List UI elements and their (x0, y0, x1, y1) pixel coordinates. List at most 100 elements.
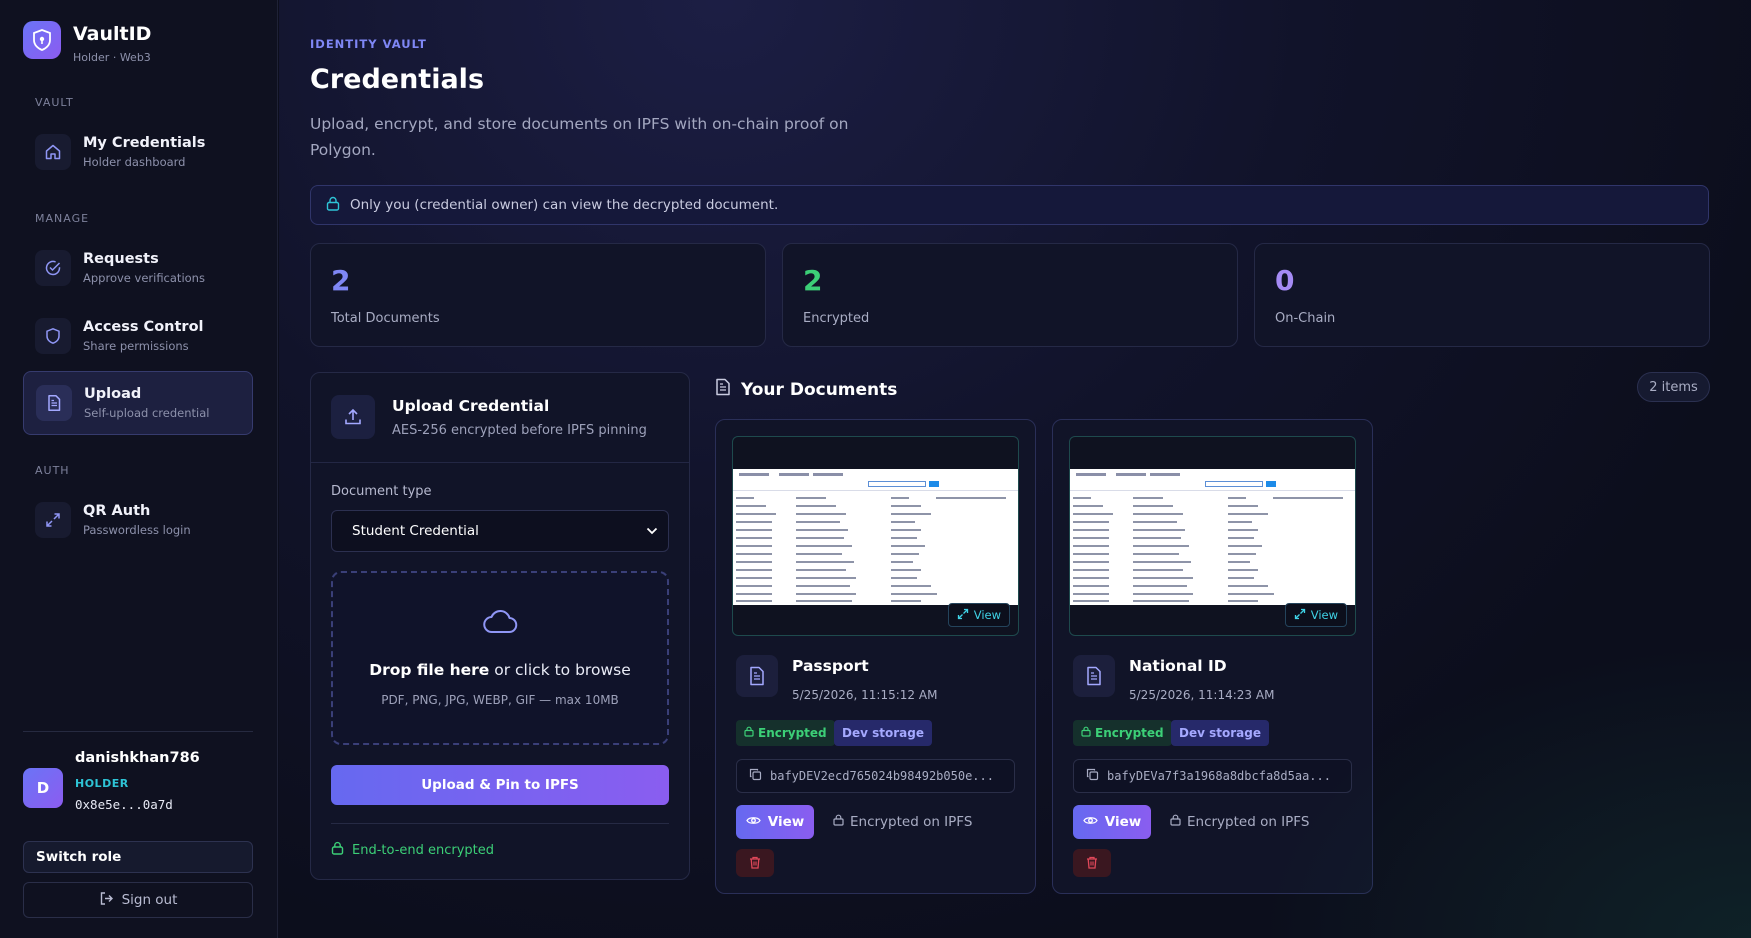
stat-value: 2 (331, 264, 351, 297)
section-label-manage: MANAGE (35, 212, 90, 225)
stat-label: Encrypted (803, 311, 870, 326)
wallet-address: 0x8e5e...0a7d (75, 797, 173, 812)
stat-value: 0 (1275, 264, 1295, 297)
avatar: D (23, 768, 63, 808)
sidebar-item-requests[interactable]: Requests Approve verifications (23, 236, 253, 300)
view-button[interactable]: View (1073, 805, 1151, 839)
dev-storage-badge: Dev storage (834, 720, 932, 746)
sidebar-item-my-credentials[interactable]: My Credentials Holder dashboard (23, 120, 253, 184)
lock-icon (1081, 726, 1091, 740)
dropzone-text: Drop file here or click to browse (333, 661, 667, 679)
page-eyebrow: IDENTITY VAULT (310, 37, 427, 51)
upload-panel-header: Upload Credential AES-256 encrypted befo… (311, 373, 689, 463)
ipfs-status-label: Encrypted on IPFS (1187, 814, 1310, 830)
document-type-select[interactable]: Student Credential (331, 510, 669, 552)
preview-thumbnail (733, 469, 1018, 605)
shield-logo-icon (23, 21, 61, 59)
document-title: Passport (792, 657, 869, 675)
document-icon (736, 655, 778, 697)
sidebar-item-upload[interactable]: Upload Self-upload credential (23, 371, 253, 435)
stat-total-documents: 2 Total Documents (310, 243, 766, 347)
expand-icon (35, 502, 71, 538)
dropzone-hint: PDF, PNG, JPG, WEBP, GIF — max 10MB (381, 693, 619, 707)
sidebar-item-subtitle: Share permissions (83, 339, 189, 353)
section-label-auth: AUTH (35, 464, 70, 477)
stat-encrypted: 2 Encrypted (782, 243, 1238, 347)
document-preview[interactable]: View (732, 436, 1019, 636)
upload-subtitle: AES-256 encrypted before IPFS pinning (392, 423, 647, 438)
sign-out-button[interactable]: Sign out (23, 882, 253, 918)
document-type-label: Document type (331, 484, 432, 499)
preview-view-button[interactable]: View (947, 603, 1010, 627)
privacy-notice: Only you (credential owner) can view the… (310, 185, 1709, 225)
page-title: Credentials (310, 64, 485, 95)
file-dropzone[interactable]: Drop file here or click to browse PDF, P… (331, 571, 669, 745)
copy-icon (749, 768, 762, 784)
document-preview[interactable]: View (1069, 436, 1356, 636)
cid-copy-field[interactable]: bafyDEVa7f3a1968a8dbcfa8d5aa... (1073, 759, 1352, 793)
cloud-icon (482, 607, 518, 639)
badge-label: Encrypted (1095, 726, 1164, 740)
trash-icon (749, 854, 761, 873)
expand-icon (957, 608, 969, 623)
upload-icon (331, 395, 375, 439)
sidebar-item-access-control[interactable]: Access Control Share permissions (23, 304, 253, 368)
cid-value: bafyDEVa7f3a1968a8dbcfa8d5aa... (1107, 769, 1331, 783)
expand-icon (1294, 608, 1306, 623)
view-label: View (973, 608, 1001, 622)
stat-value: 2 (803, 264, 823, 297)
document-date: 5/25/2026, 11:14:23 AM (1129, 688, 1275, 702)
delete-button[interactable] (736, 849, 774, 877)
section-label-vault: VAULT (35, 96, 74, 109)
divider (331, 823, 669, 824)
sidebar-item-qr-auth[interactable]: QR Auth Passwordless login (23, 488, 253, 552)
documents-heading: Your Documents (715, 378, 897, 401)
sidebar-item-title: QR Auth (83, 503, 151, 519)
ipfs-status: Encrypted on IPFS (833, 814, 972, 830)
thumbnail-toolbar (1070, 469, 1355, 491)
document-card: View Passport 5/25/2026, 11:15:12 AM Enc… (715, 419, 1036, 894)
cid-copy-field[interactable]: bafyDEV2ecd765024b98492b050e... (736, 759, 1015, 793)
dev-storage-badge: Dev storage (1171, 720, 1269, 746)
badge-label: Encrypted (758, 726, 827, 740)
stat-on-chain: 0 On-Chain (1254, 243, 1710, 347)
preview-view-button[interactable]: View (1284, 603, 1347, 627)
sidebar-item-title: Requests (83, 251, 159, 267)
view-label: View (1310, 608, 1338, 622)
upload-panel: Upload Credential AES-256 encrypted befo… (310, 372, 690, 880)
cid-value: bafyDEV2ecd765024b98492b050e... (770, 769, 994, 783)
user-name: danishkhan786 (75, 750, 200, 766)
lock-icon (1170, 814, 1181, 830)
view-button[interactable]: View (736, 805, 814, 839)
view-label: View (767, 814, 805, 830)
e2e-status: End-to-end encrypted (331, 841, 494, 859)
sidebar-item-title: My Credentials (83, 135, 206, 151)
chevron-down-icon (646, 523, 658, 539)
stat-label: Total Documents (331, 311, 440, 326)
e2e-label: End-to-end encrypted (352, 842, 495, 858)
encrypted-badge: Encrypted (736, 720, 835, 746)
eye-icon (1083, 814, 1098, 830)
copy-icon (1086, 768, 1099, 784)
sidebar-item-subtitle: Approve verifications (83, 271, 205, 285)
sidebar-item-title: Access Control (83, 319, 204, 335)
document-icon (1073, 655, 1115, 697)
lock-icon (833, 814, 844, 830)
switch-role-button[interactable]: Switch role (23, 841, 253, 873)
sidebar: VaultID Holder · Web3 VAULT My Credentia… (0, 0, 278, 938)
user-role: HOLDER (75, 777, 129, 790)
encrypted-badge: Encrypted (1073, 720, 1172, 746)
delete-button[interactable] (1073, 849, 1111, 877)
brand[interactable]: VaultID Holder · Web3 (23, 21, 151, 64)
brand-name: VaultID (73, 23, 152, 45)
main-content: IDENTITY VAULT Credentials Upload, encry… (279, 0, 1751, 938)
document-card: View National ID 5/25/2026, 11:14:23 AM … (1052, 419, 1373, 894)
preview-thumbnail (1070, 469, 1355, 605)
upload-pin-button[interactable]: Upload & Pin to IPFS (331, 765, 669, 805)
lock-icon (326, 196, 340, 215)
page-description: Upload, encrypt, and store documents on … (310, 115, 849, 159)
document-icon (715, 378, 731, 401)
document-icon (36, 385, 72, 421)
document-date: 5/25/2026, 11:15:12 AM (792, 688, 938, 702)
select-value: Student Credential (352, 523, 479, 539)
